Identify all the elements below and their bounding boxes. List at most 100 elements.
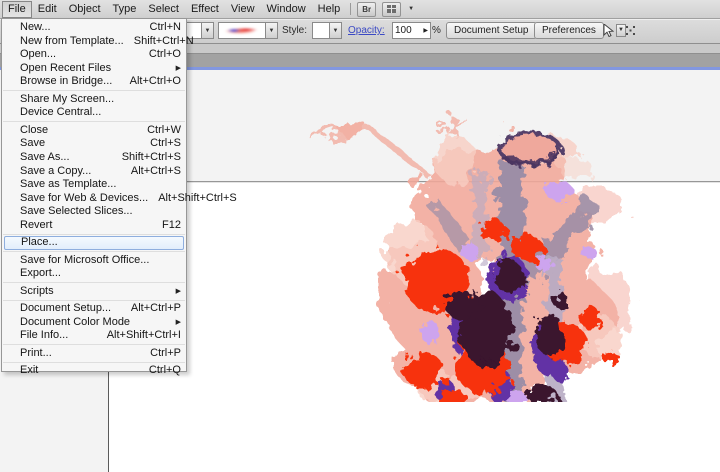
select-similar-options[interactable]: ▼ bbox=[600, 22, 626, 38]
style-dropdown[interactable]: ▼ bbox=[312, 22, 342, 39]
menubar-item-window[interactable]: Window bbox=[261, 1, 312, 18]
menu-item-label: Print... bbox=[20, 346, 52, 359]
menu-item-label: Share My Screen... bbox=[20, 92, 115, 105]
menu-item-label: Revert bbox=[20, 218, 53, 231]
combo-value-box[interactable] bbox=[312, 22, 329, 39]
menu-item-scripts[interactable]: Scripts ▶ bbox=[2, 285, 186, 299]
preferences-button[interactable]: Preferences bbox=[534, 22, 604, 39]
menu-item-label: Exit bbox=[20, 363, 39, 376]
menu-item-shortcut: F12 bbox=[162, 218, 181, 231]
menu-item-label: Save as Template... bbox=[20, 178, 117, 191]
menu-item-label: Document Color Mode bbox=[20, 315, 131, 328]
submenu-arrow-icon: ▶ bbox=[175, 318, 181, 326]
chevron-down-icon[interactable]: ▼ bbox=[616, 23, 626, 37]
opacity-input[interactable]: 100 ▶ bbox=[392, 22, 431, 39]
menu-item-save-for-microsoft-office[interactable]: Save for Microsoft Office... bbox=[2, 254, 186, 268]
menu-separator bbox=[3, 299, 185, 301]
menu-item-label: Save bbox=[20, 137, 46, 150]
menu-separator bbox=[3, 90, 185, 92]
menu-item-shortcut: Ctrl+W bbox=[147, 123, 181, 136]
menu-separator bbox=[3, 361, 185, 363]
menubar-item-object[interactable]: Object bbox=[63, 1, 107, 18]
opacity-value[interactable]: 100 bbox=[395, 25, 412, 36]
menu-item-label: Browse in Bridge... bbox=[20, 75, 113, 88]
artboard[interactable] bbox=[108, 181, 720, 472]
menu-item-shortcut: Ctrl+P bbox=[150, 346, 181, 359]
menu-item-save[interactable]: Save Ctrl+S bbox=[2, 137, 186, 151]
menu-item-revert[interactable]: Revert F12 bbox=[2, 219, 186, 233]
percent-label: % bbox=[432, 25, 441, 36]
file-menu: New... Ctrl+N New from Template... Shift+Ct… bbox=[1, 18, 237, 376]
menubar-item-effect[interactable]: Effect bbox=[185, 1, 225, 18]
menubar-item-edit[interactable]: Edit bbox=[32, 1, 63, 18]
menu-item-file-info[interactable]: File Info... Alt+Shift+Ctrl+I bbox=[2, 329, 186, 343]
arrange-icon[interactable] bbox=[626, 26, 635, 35]
menu-item-save-as-template[interactable]: Save as Template... bbox=[2, 178, 186, 192]
menubar-item-select[interactable]: Select bbox=[142, 1, 185, 18]
document-setup-button[interactable]: Document Setup bbox=[446, 22, 537, 39]
chevron-down-icon[interactable]: ▼ bbox=[201, 22, 214, 39]
menu-item-open-recent-files[interactable]: Open Recent Files ▶ bbox=[2, 62, 186, 76]
menu-bar-items: File Edit Object Type Select Effect View Window… bbox=[2, 0, 347, 18]
arrange-documents-icon bbox=[387, 5, 397, 13]
menu-item-label: Place... bbox=[21, 236, 58, 249]
menu-item-save-a-copy[interactable]: Save a Copy... Alt+Ctrl+S bbox=[2, 165, 186, 179]
opacity-link[interactable]: Opacity: bbox=[348, 25, 385, 36]
submenu-arrow-icon: ▶ bbox=[175, 287, 181, 295]
menu-separator bbox=[3, 121, 185, 123]
menu-item-exit[interactable]: Exit Ctrl+Q bbox=[2, 364, 186, 378]
menu-item-label: Save Selected Slices... bbox=[20, 205, 133, 218]
menubar-item-help[interactable]: Help bbox=[312, 1, 347, 18]
menu-item-shortcut: Ctrl+N bbox=[149, 21, 181, 33]
menu-item-device-central[interactable]: Device Central... bbox=[2, 106, 186, 120]
spinner-arrow-icon[interactable]: ▶ bbox=[423, 27, 428, 34]
menu-item-label: Scripts bbox=[20, 284, 54, 297]
menu-item-save-for-web-devices[interactable]: Save for Web & Devices... Alt+Shift+Ctrl+… bbox=[2, 191, 237, 206]
menu-separator bbox=[3, 344, 185, 346]
menu-item-label: Save a Copy... bbox=[20, 164, 92, 177]
menu-separator bbox=[3, 251, 185, 253]
chevron-down-icon[interactable]: ▼ bbox=[265, 22, 278, 39]
menu-item-shortcut: Alt+Ctrl+O bbox=[129, 75, 181, 88]
menu-item-shortcut: Alt+Shift+Ctrl+I bbox=[106, 329, 181, 342]
menu-item-label: Open Recent Files bbox=[20, 61, 112, 74]
menu-item-save-selected-slices[interactable]: Save Selected Slices... bbox=[2, 205, 186, 219]
menu-item-new-from-template[interactable]: New from Template... Shift+Ctrl+N bbox=[2, 34, 194, 49]
menu-item-label: Document Setup... bbox=[20, 301, 112, 314]
brush-stroke-preview-icon[interactable] bbox=[218, 22, 265, 39]
menu-item-browse-in-bridge[interactable]: Browse in Bridge... Alt+Ctrl+O bbox=[2, 75, 186, 89]
menu-item-label: Save for Web & Devices... bbox=[20, 191, 149, 204]
menu-item-share-my-screen[interactable]: Share My Screen... bbox=[2, 93, 186, 107]
menu-item-close[interactable]: Close Ctrl+W bbox=[2, 124, 186, 138]
menu-item-document-setup[interactable]: Document Setup... Alt+Ctrl+P bbox=[2, 302, 186, 316]
menubar-item-type[interactable]: Type bbox=[107, 1, 143, 18]
menubar-item-file[interactable]: File bbox=[2, 0, 32, 18]
menu-item-export[interactable]: Export... bbox=[2, 267, 186, 281]
selection-cursor-icon[interactable] bbox=[600, 22, 616, 38]
menu-item-save-as[interactable]: Save As... Shift+Ctrl+S bbox=[2, 151, 186, 165]
menu-item-open[interactable]: Open... Ctrl+O bbox=[2, 48, 186, 62]
menu-item-place[interactable]: Place... bbox=[4, 236, 184, 250]
menu-item-new[interactable]: New... Ctrl+N bbox=[2, 21, 186, 35]
chevron-down-icon[interactable]: ▼ bbox=[408, 6, 414, 12]
submenu-arrow-icon: ▶ bbox=[175, 64, 181, 72]
style-label: Style: bbox=[282, 25, 308, 36]
menu-item-shortcut: Alt+Ctrl+P bbox=[130, 301, 181, 314]
menu-item-shortcut: Shift+Ctrl+S bbox=[121, 150, 181, 163]
menu-item-label: Close bbox=[20, 123, 49, 136]
menu-item-label: Device Central... bbox=[20, 106, 102, 119]
chevron-down-icon[interactable]: ▼ bbox=[329, 22, 342, 39]
menu-separator bbox=[3, 233, 185, 235]
menu-item-label: Save for Microsoft Office... bbox=[20, 253, 150, 266]
menu-item-label: New from Template... bbox=[20, 34, 124, 47]
menu-item-document-color-mode[interactable]: Document Color Mode ▶ bbox=[2, 316, 186, 330]
menu-item-shortcut: Shift+Ctrl+N bbox=[133, 34, 194, 47]
menu-item-shortcut: Ctrl+Q bbox=[148, 363, 181, 376]
bridge-button[interactable]: Br bbox=[357, 1, 377, 17]
menu-item-print[interactable]: Print... Ctrl+P bbox=[2, 347, 186, 361]
menubar-item-view[interactable]: View bbox=[225, 1, 261, 18]
arrange-documents-button[interactable] bbox=[382, 1, 402, 17]
menubar-separator bbox=[350, 3, 352, 15]
brush-definition-dropdown[interactable]: ▼ bbox=[218, 22, 278, 39]
menu-item-shortcut: Alt+Ctrl+S bbox=[130, 164, 181, 177]
